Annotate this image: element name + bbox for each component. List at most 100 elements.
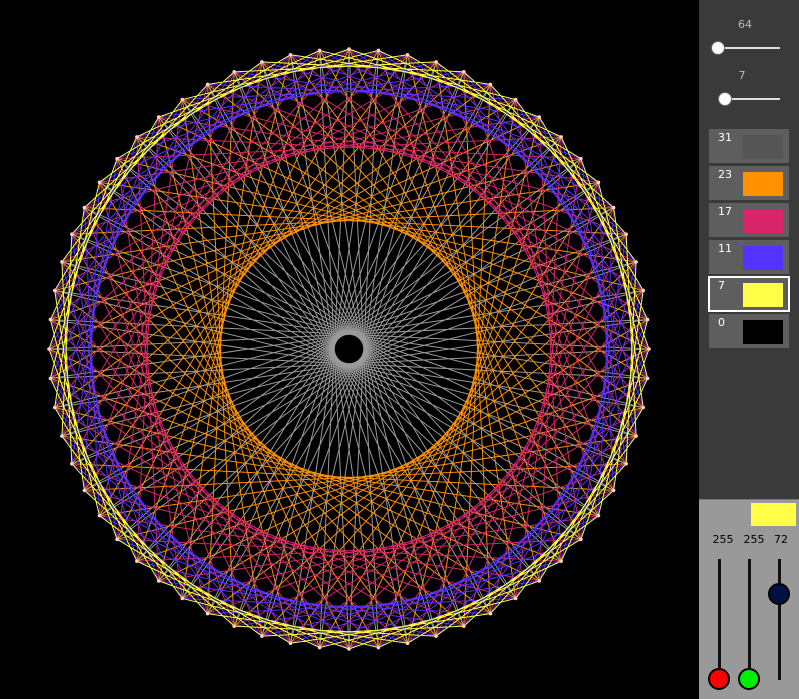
layer-color-swatch[interactable]	[743, 135, 783, 159]
step-slider-handle[interactable]	[718, 92, 732, 106]
layer-item-31[interactable]: 31	[709, 129, 789, 163]
red-value: 255	[712, 533, 734, 546]
pin	[559, 135, 563, 139]
points-slider-handle[interactable]	[711, 41, 725, 55]
pin	[260, 60, 264, 64]
pin	[376, 48, 381, 53]
layer-step-label: 11	[718, 242, 732, 255]
color-preview	[751, 503, 796, 526]
pin	[317, 645, 322, 650]
pin	[559, 559, 563, 563]
pin	[288, 52, 293, 57]
pin	[60, 260, 64, 264]
points-slider-value: 64	[738, 18, 752, 31]
pin	[596, 513, 601, 518]
red-slider-handle[interactable]	[708, 668, 730, 690]
center-hole	[335, 335, 363, 363]
pin	[611, 205, 616, 210]
green-value: 255	[743, 533, 765, 546]
pin	[462, 70, 466, 74]
pin	[596, 180, 601, 185]
blue-slider-handle[interactable]	[768, 583, 790, 605]
layer-color-swatch[interactable]	[743, 246, 783, 270]
layer-step-label: 7	[718, 279, 725, 292]
green-slider-handle[interactable]	[738, 668, 760, 690]
layer-item-7[interactable]: 7	[708, 276, 790, 312]
layer-item-17[interactable]: 17	[709, 203, 789, 237]
red-slider-track[interactable]	[718, 559, 721, 680]
pin	[537, 579, 542, 583]
pin	[579, 156, 583, 161]
pin	[634, 260, 638, 264]
pin	[48, 317, 53, 322]
pin	[232, 624, 236, 628]
step-slider-value: 7	[738, 69, 746, 82]
pin	[82, 205, 87, 210]
pin	[624, 462, 628, 466]
pin	[48, 376, 53, 381]
green-slider-track[interactable]	[748, 559, 751, 680]
pin	[156, 579, 161, 583]
pin	[205, 611, 210, 616]
color-mixer: 255 255 72	[699, 499, 799, 699]
layer-item-0[interactable]: 0	[709, 314, 789, 348]
pin	[347, 647, 351, 651]
pin	[462, 624, 466, 628]
pin	[60, 434, 64, 438]
layer-step-label: 23	[718, 168, 732, 181]
pin	[488, 611, 493, 616]
blue-value: 72	[774, 533, 788, 546]
pin	[537, 115, 542, 119]
pin	[115, 537, 119, 542]
pin	[205, 82, 210, 87]
layer-item-23[interactable]: 23	[709, 166, 789, 200]
pin	[513, 596, 518, 601]
pin	[513, 97, 518, 102]
pin	[288, 641, 293, 646]
pin	[488, 82, 493, 87]
layer-step-label: 31	[718, 131, 732, 144]
pin	[180, 97, 185, 102]
pin	[645, 317, 650, 322]
pin	[180, 596, 185, 601]
layer-step-label: 17	[718, 205, 732, 218]
pin	[232, 70, 236, 74]
layer-color-swatch[interactable]	[743, 320, 783, 344]
layer-color-swatch[interactable]	[743, 209, 783, 233]
layer-color-swatch[interactable]	[743, 172, 783, 196]
pin	[115, 156, 119, 161]
string-art-canvas[interactable]	[0, 0, 699, 699]
pin	[624, 232, 628, 236]
pin	[260, 634, 264, 638]
blue-slider-track[interactable]	[778, 559, 781, 680]
pin	[52, 405, 57, 410]
pin	[135, 135, 139, 139]
pin	[156, 115, 161, 119]
pin	[82, 488, 87, 493]
pin	[647, 347, 651, 351]
pin	[645, 376, 650, 381]
pin	[70, 462, 74, 466]
pin	[434, 60, 438, 64]
layer-color-swatch[interactable]	[743, 283, 783, 307]
pin	[347, 47, 351, 51]
pin	[52, 288, 57, 293]
pin	[579, 537, 583, 542]
pin	[641, 405, 646, 410]
pin	[634, 434, 638, 438]
pin	[47, 347, 51, 351]
pin	[70, 232, 74, 236]
pin	[376, 645, 381, 650]
pin	[611, 488, 616, 493]
pin	[97, 180, 102, 185]
pin	[434, 634, 438, 638]
pin	[97, 513, 102, 518]
control-panel: 64 7 31 23 17 11 7 0	[699, 0, 799, 499]
layer-item-11[interactable]: 11	[709, 240, 789, 274]
pin	[405, 641, 410, 646]
pin	[641, 288, 646, 293]
layer-step-label: 0	[718, 316, 725, 329]
pin	[317, 48, 322, 53]
pin	[405, 52, 410, 57]
pin	[135, 559, 139, 563]
